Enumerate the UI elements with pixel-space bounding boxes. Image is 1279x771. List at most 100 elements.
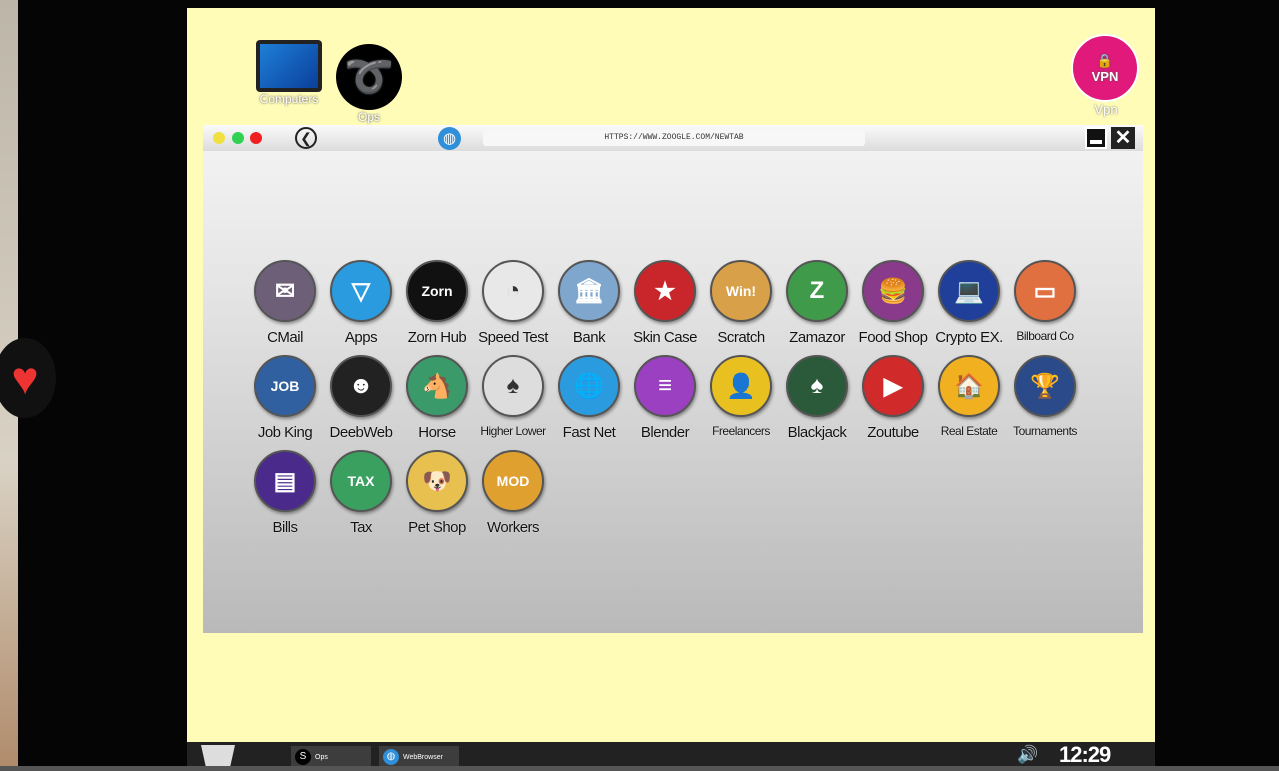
desktop-icon-computers[interactable]: Computers [249,40,329,106]
bank-icon: 🏛 [558,260,620,322]
app-blackjack[interactable]: ♠ Blackjack [779,355,855,441]
browser-titlebar: ❮ ◍ HTTPS://WWW.ZOOGLE.COM/NEWTAB ✕ [203,125,1143,151]
app-label: Tax [350,519,372,536]
job-king-icon: JOB [254,355,316,417]
back-button[interactable]: ❮ [295,127,317,149]
app-label: Bank [572,329,606,346]
app-higher-lower[interactable]: ♠ Higher Lower [475,355,551,438]
app-tax[interactable]: TAX Tax [323,450,399,536]
bottom-bar [0,766,1279,771]
app-real-estate[interactable]: 🏠 Real Estate [931,355,1007,438]
blackjack-icon: ♠ [786,355,848,417]
app-fast-net[interactable]: 🌐 Fast Net [551,355,627,441]
app-skin-case[interactable]: ★ Skin Case [627,260,703,346]
taskbar-item-label: WebBrowser [403,753,443,761]
tournaments-icon: 🏆 [1014,355,1076,417]
minimize-button[interactable] [1085,127,1107,149]
app-label: Apps [344,329,378,346]
app-label: Speed Test [478,329,548,346]
apps-icon: ▽ [330,260,392,322]
app-cmail[interactable]: ✉ CMail [247,260,323,346]
globe-icon: ◍ [438,127,461,150]
globe-icon: ◍ [383,749,399,765]
app-label: Zoutube [867,424,919,441]
app-speed-test[interactable]: ◔ Speed Test [475,260,551,346]
app-deebweb[interactable]: ☻ DeebWeb [323,355,399,441]
scratch-icon: Win! [710,260,772,322]
lock-icon: 🔒 VPN [1071,34,1139,102]
address-bar[interactable]: HTTPS://WWW.ZOOGLE.COM/NEWTAB [483,130,865,146]
taskbar: S Ops ◍ WebBrowser 🔊 12:29 [187,742,1155,768]
app-tournaments[interactable]: 🏆 Tournaments [1007,355,1083,438]
computer-icon [256,40,322,92]
skin-case-icon: ★ [634,260,696,322]
app-bills[interactable]: ▤ Bills [247,450,323,536]
app-label: Blender [640,424,690,441]
yellow-dot-button[interactable] [213,132,225,144]
bilboard-co-icon: ▭ [1014,260,1076,322]
app-blender[interactable]: ≡ Blender [627,355,703,441]
app-apps[interactable]: ▽ Apps [323,260,399,346]
crypto-ex-icon: 💻 [938,260,1000,322]
app-food-shop[interactable]: 🍔 Food Shop [855,260,931,346]
speed-test-icon: ◔ [482,260,544,322]
food-shop-icon: 🍔 [862,260,924,322]
app-label: Zorn Hub [407,329,467,346]
app-label: Job King [257,424,313,441]
green-dot-button[interactable] [232,132,244,144]
app-label: Real Estate [940,424,998,438]
app-bilboard-co[interactable]: ▭ Bilboard Co [1007,260,1083,343]
app-label: Blackjack [787,424,847,441]
desktop-icon-label: Ops [357,110,380,124]
desktop-icon-ops[interactable]: ➰ Ops [333,44,405,124]
volume-icon[interactable]: 🔊 [1017,745,1038,765]
app-label: Pet Shop [408,519,466,536]
ops-icon: S [295,749,311,765]
taskbar-item-ops[interactable]: S Ops [291,746,371,768]
vpn-badge: VPN [1091,68,1119,84]
trash-icon[interactable] [201,745,235,768]
app-scratch[interactable]: Win! Scratch [703,260,779,346]
app-label: Bilboard Co [1016,329,1074,343]
desktop-icon-vpn[interactable]: 🔒 VPN Vpn [1071,34,1141,117]
app-label: Tournaments [1013,424,1077,438]
red-dot-button[interactable] [250,132,262,144]
app-label: Higher Lower [480,424,546,438]
app-label: Fast Net [562,424,616,441]
ops-icon: ➰ [336,44,402,110]
app-label: Skin Case [633,329,697,346]
app-label: Horse [418,424,456,441]
desktop-icon-label: Vpn [1094,102,1118,117]
browser-window: ❮ ◍ HTTPS://WWW.ZOOGLE.COM/NEWTAB ✕ ✉ CMa… [203,125,1143,633]
health-heart-icon: ♥ [0,338,56,418]
app-label: Scratch [717,329,765,346]
real-estate-icon: 🏠 [938,355,1000,417]
app-crypto-ex[interactable]: 💻 Crypto EX. [931,260,1007,346]
app-horse[interactable]: 🐴 Horse [399,355,475,441]
app-bank[interactable]: 🏛 Bank [551,260,627,346]
app-label: DeebWeb [329,424,393,441]
app-zoutube[interactable]: ▶ Zoutube [855,355,931,441]
deebweb-icon: ☻ [330,355,392,417]
app-label: CMail [267,329,303,346]
close-button[interactable]: ✕ [1111,127,1135,149]
app-label: Food Shop [858,329,928,346]
pet-shop-icon: 🐶 [406,450,468,512]
app-label: Zamazor [789,329,845,346]
bills-icon: ▤ [254,450,316,512]
zamazor-icon: Z [786,260,848,322]
app-label: Crypto EX. [935,329,1003,346]
app-job-king[interactable]: JOB Job King [247,355,323,441]
zoutube-icon: ▶ [862,355,924,417]
fast-net-icon: 🌐 [558,355,620,417]
app-zorn-hub[interactable]: Zorn Zorn Hub [399,260,475,346]
higher-lower-icon: ♠ [482,355,544,417]
blender-icon: ≡ [634,355,696,417]
workers-icon: MOD [482,450,544,512]
app-freelancers[interactable]: 👤 Freelancers [703,355,779,438]
taskbar-item-webbrowser[interactable]: ◍ WebBrowser [379,746,459,768]
app-workers[interactable]: MOD Workers [475,450,551,536]
desktop-icon-label: Computers [259,92,319,106]
app-zamazor[interactable]: Z Zamazor [779,260,855,346]
app-pet-shop[interactable]: 🐶 Pet Shop [399,450,475,536]
